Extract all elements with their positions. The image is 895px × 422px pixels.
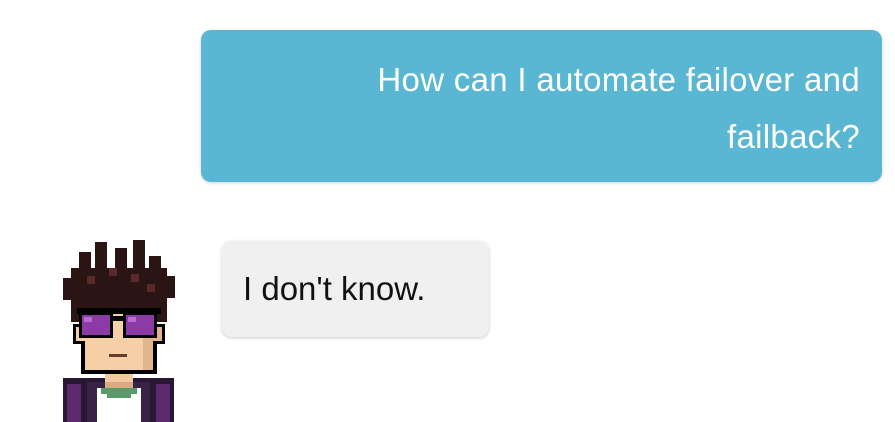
pixel-art-character-with-sunglasses-icon <box>63 240 175 422</box>
user-message-bubble: How can I automate failover and failback… <box>201 30 882 182</box>
chat-thread: How can I automate failover and failback… <box>0 0 895 422</box>
user-message-text: How can I automate failover and failback… <box>377 61 860 155</box>
bot-avatar <box>57 238 180 422</box>
bot-message-text: I don't know. <box>243 270 426 307</box>
bot-message-bubble: I don't know. <box>222 241 489 337</box>
